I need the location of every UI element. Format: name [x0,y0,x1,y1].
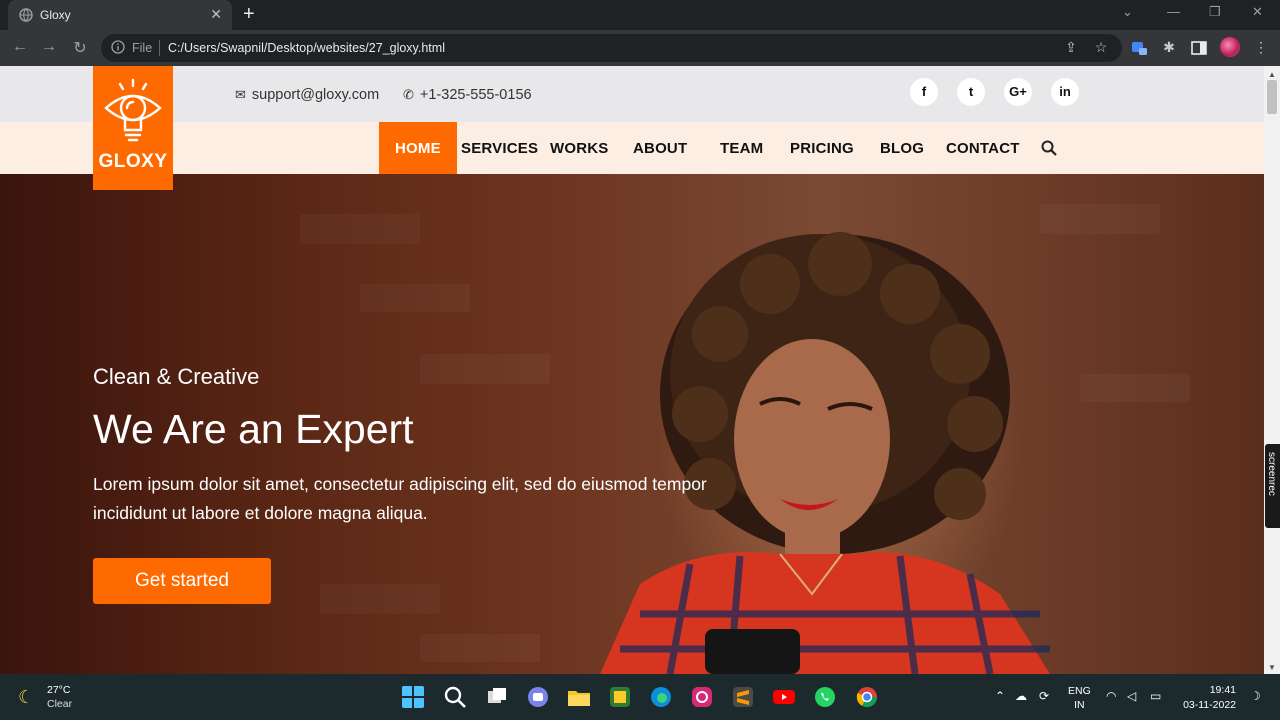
main-nav: HOME SERVICES WORKS ABOUT TEAM PRICING B… [0,122,1264,174]
site-logo[interactable]: GLOXY [93,66,173,190]
reload-button[interactable]: ↻ [70,38,90,58]
profile-avatar[interactable] [1220,37,1240,57]
email-text: support@gloxy.com [251,87,380,103]
twitter-icon[interactable]: t [957,78,985,106]
hero-section: Clean & Creative We Are an Expert Lorem … [0,174,1264,674]
divider [159,40,160,56]
task-view-icon[interactable] [485,685,509,709]
sync-icon[interactable]: ⟳ [1039,689,1049,703]
browser-tab[interactable]: Gloxy ✕ [8,0,232,30]
file-explorer-icon[interactable] [567,685,591,709]
scroll-down-arrow[interactable]: ▼ [1268,663,1276,672]
wifi-icon[interactable]: ◠ [1106,689,1116,703]
facebook-icon[interactable]: f [910,78,938,106]
top-contact-bar: ✉ support@gloxy.com ✆ +1-325-555-0156 f t … [0,66,1264,122]
phone-text: +1-325-555-0156 [419,87,532,103]
clock[interactable]: 19:41 03-11-2022 [1181,683,1236,713]
hero-subtitle: Clean & Creative [93,364,260,389]
back-button[interactable]: ← [10,38,30,56]
address-bar[interactable]: File C:/Users/Swapnil/Desktop/websites/2… [101,34,1122,62]
sublime-text-icon[interactable] [731,685,755,709]
nav-works[interactable]: WORKS [550,140,609,157]
teams-chat-icon[interactable] [526,685,550,709]
menu-icon[interactable]: ⋮ [1252,39,1270,57]
background-brick [360,284,470,312]
email-contact[interactable]: ✉ support@gloxy.com [235,87,379,103]
battery-icon[interactable]: ▭ [1150,689,1161,703]
get-started-button[interactable]: Get started [93,558,271,604]
background-brick [300,214,420,244]
background-brick [420,354,550,384]
start-icon[interactable] [401,685,425,709]
scrollbar-thumb[interactable] [1267,80,1277,114]
hero-text: Lorem ipsum dolor sit amet, consectetur … [93,474,707,523]
nav-home[interactable]: HOME [379,122,457,174]
screenrec-overlay[interactable]: screenrec [1265,444,1280,528]
nav-about[interactable]: ABOUT [633,140,687,157]
minimize-button[interactable]: — [1167,4,1180,19]
volume-icon[interactable]: ◁ [1127,689,1136,703]
nav-contact[interactable]: CONTACT [946,140,1020,157]
nav-blog[interactable]: BLOG [880,140,924,157]
side-panel-icon[interactable] [1190,39,1208,57]
bookmark-star-icon[interactable]: ☆ [1092,39,1110,57]
background-brick [420,634,540,662]
clock-time: 19:41 [1209,684,1236,696]
hero-woman-photo [600,232,1050,674]
whatsapp-icon[interactable] [813,685,837,709]
page-viewport: ✉ support@gloxy.com ✆ +1-325-555-0156 f t … [0,66,1280,674]
search-icon[interactable] [443,685,467,709]
lightbulb-eye-icon [104,78,162,142]
moon-icon: ☾ [18,687,35,707]
maximize-button[interactable]: ❐ [1209,4,1221,20]
nav-team[interactable]: TEAM [720,140,763,157]
hero-title: We Are an Expert [93,406,414,452]
envelope-icon: ✉ [235,87,246,102]
notifications-icon[interactable]: ☽ [1250,689,1261,703]
youtube-icon[interactable] [772,685,796,709]
new-tab-button[interactable]: + [243,3,255,26]
close-window-button[interactable]: ✕ [1252,4,1263,20]
nav-services[interactable]: SERVICES [461,140,538,157]
extensions-icon[interactable]: ✱ [1160,39,1178,57]
translate-extension-icon[interactable] [1131,39,1149,57]
clock-date: 03-11-2022 [1183,699,1236,711]
language-indicator[interactable]: ENG IN [1068,684,1091,712]
background-brick [320,584,440,614]
tab-close-button[interactable]: ✕ [210,6,222,23]
page-scrollbar[interactable]: ▲ ▼ [1264,66,1280,674]
phone-icon: ✆ [403,87,414,102]
language-code: ENG [1068,685,1091,697]
onedrive-icon[interactable]: ☁ [1015,689,1027,703]
globe-icon [19,8,33,22]
tab-strip: Gloxy ✕ + ⌄ — ❐ ✕ [0,0,1280,30]
phone-contact[interactable]: ✆ +1-325-555-0156 [403,87,532,103]
info-icon [111,40,125,54]
chevron-up-icon[interactable]: ⌃ [995,689,1005,703]
browser-toolbar: ← → ↻ File C:/Users/Swapnil/Desktop/webs… [0,30,1280,66]
url-text[interactable]: C:/Users/Swapnil/Desktop/websites/27_glo… [168,41,445,55]
camtasia-icon[interactable] [608,685,632,709]
edge-icon[interactable] [649,685,673,709]
taskbar: ☾ 27°C Clear ⌃ ☁ ⟳ ENG IN ◠ ◁ ▭ 19:41 03… [0,674,1280,720]
chrome-icon[interactable] [855,685,879,709]
weather-temperature: 27°C [47,684,71,696]
instagram-icon[interactable] [690,685,714,709]
region-code: IN [1074,699,1085,711]
weather-condition: Clear [47,698,73,710]
forward-button[interactable]: → [39,38,59,56]
share-icon[interactable]: ⇪ [1062,39,1080,57]
nav-pricing[interactable]: PRICING [790,140,854,157]
google-plus-icon[interactable]: G+ [1004,78,1032,106]
linkedin-icon[interactable]: in [1051,78,1079,106]
search-icon[interactable] [1041,140,1057,156]
scheme-label: File [132,41,153,55]
logo-text: GLOXY [98,151,168,172]
screenrec-label: screenrec [1266,452,1277,496]
scroll-up-arrow[interactable]: ▲ [1268,70,1276,79]
tab-title: Gloxy [40,8,71,22]
tab-search-icon[interactable]: ⌄ [1122,4,1133,20]
